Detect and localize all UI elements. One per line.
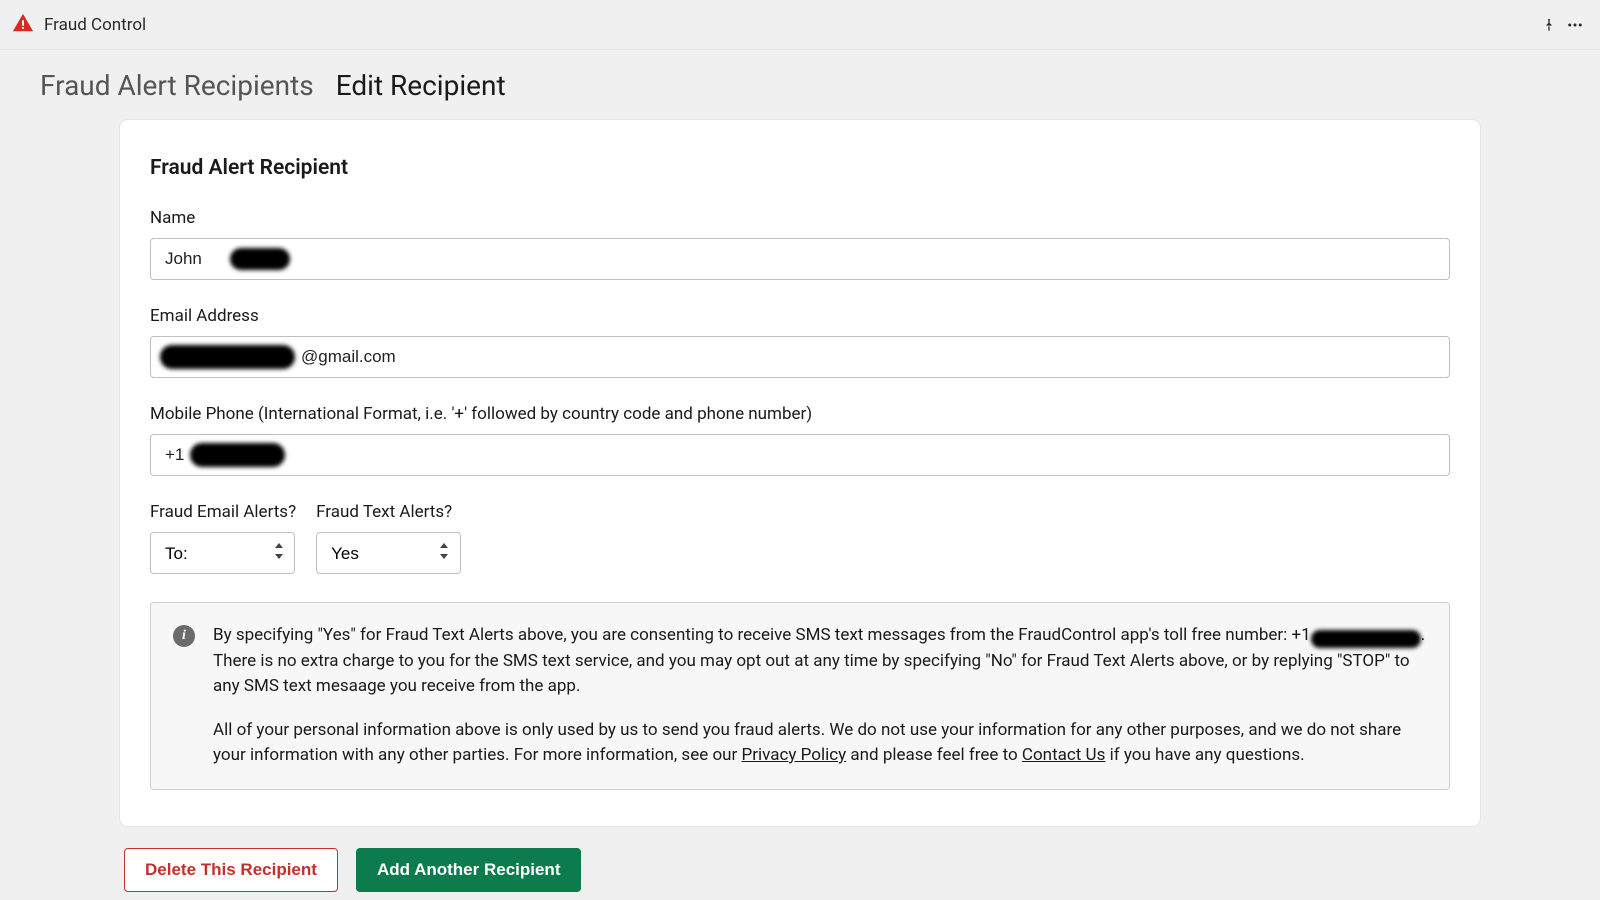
add-recipient-button[interactable]: Add Another Recipient bbox=[356, 848, 582, 892]
recipient-card: Fraud Alert Recipient Name Email Address… bbox=[120, 120, 1480, 826]
more-icon[interactable] bbox=[1562, 12, 1588, 38]
email-alerts-label: Fraud Email Alerts? bbox=[150, 502, 296, 522]
breadcrumb-current: Edit Recipient bbox=[336, 69, 506, 102]
info-paragraph-2: All of your personal information above i… bbox=[213, 718, 1427, 769]
phone-input[interactable] bbox=[150, 434, 1450, 476]
email-label: Email Address bbox=[150, 306, 1450, 326]
name-input[interactable] bbox=[150, 238, 1450, 280]
text-alerts-select[interactable]: Yes bbox=[316, 532, 461, 574]
info-icon: i bbox=[173, 625, 195, 647]
redaction bbox=[1311, 630, 1421, 648]
card-title: Fraud Alert Recipient bbox=[146, 156, 1454, 180]
alert-triangle-icon bbox=[12, 12, 34, 38]
name-label: Name bbox=[150, 208, 1450, 228]
privacy-policy-link[interactable]: Privacy Policy bbox=[742, 745, 847, 765]
email-alerts-select[interactable]: To: bbox=[150, 532, 295, 574]
phone-label: Mobile Phone (International Format, i.e.… bbox=[150, 404, 1450, 424]
breadcrumb-prev[interactable]: Fraud Alert Recipients bbox=[40, 69, 314, 102]
top-bar: Fraud Control bbox=[0, 0, 1600, 50]
app-title: Fraud Control bbox=[44, 15, 146, 35]
info-paragraph-1: By specifying "Yes" for Fraud Text Alert… bbox=[213, 623, 1427, 700]
delete-recipient-button[interactable]: Delete This Recipient bbox=[124, 848, 338, 892]
email-input[interactable] bbox=[150, 336, 1450, 378]
contact-us-link[interactable]: Contact Us bbox=[1022, 745, 1105, 765]
breadcrumb: Fraud Alert Recipients Edit Recipient bbox=[0, 50, 1600, 120]
info-box: i By specifying "Yes" for Fraud Text Ale… bbox=[150, 602, 1450, 790]
text-alerts-label: Fraud Text Alerts? bbox=[316, 502, 461, 522]
pin-icon[interactable] bbox=[1536, 12, 1562, 38]
